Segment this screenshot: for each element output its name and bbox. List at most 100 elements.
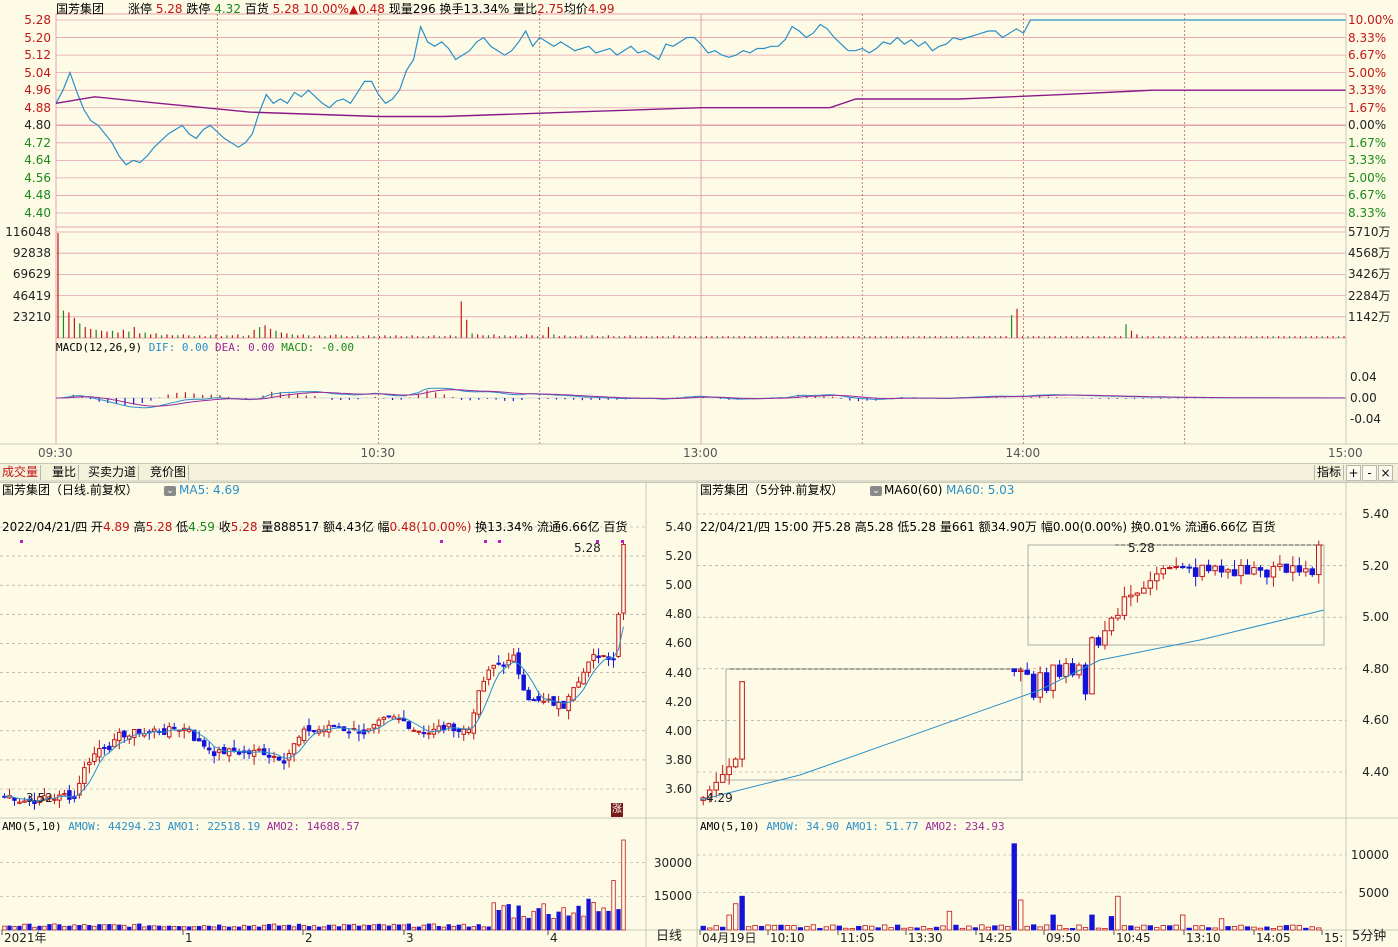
daily-amo-bar (371, 924, 377, 931)
m5-candle-body (1134, 592, 1141, 596)
m5-x-tick-label: 11:05 (840, 931, 875, 945)
daily-amo-bar (117, 924, 122, 931)
m5-amo-bar (1225, 926, 1231, 931)
daily-amo-bar (616, 909, 621, 931)
m5-day1-range-box (725, 668, 1023, 781)
daily-price-tick: 4.00 (665, 723, 692, 738)
m5-candle-body (1257, 567, 1264, 571)
daily-amo-bar (441, 926, 446, 931)
daily-amo-bar (321, 926, 327, 931)
daily-x-tick-label: 2 (305, 931, 313, 945)
daily-candle-body (87, 761, 92, 766)
daily-amo-bar (356, 925, 362, 931)
daily-indicator-toggle-icon[interactable]: ⌄ (164, 486, 176, 496)
m5-amo-bar (804, 926, 810, 931)
m5-price-tick: 4.40 (1362, 765, 1389, 779)
daily-candle-body (311, 729, 317, 732)
m5-candle-body (713, 781, 719, 791)
daily-candle-body (491, 664, 496, 669)
m5-amo-bar (1063, 927, 1069, 931)
daily-amo-bar (147, 925, 152, 931)
daily-amo-bar (476, 924, 481, 931)
daily-amo-bar (62, 926, 67, 931)
m5-amo-bar (1238, 924, 1244, 931)
daily-candle-body (291, 743, 297, 755)
daily-amo-bar (137, 923, 142, 931)
daily-price-tick: 5.00 (665, 578, 692, 593)
m5-amo-bar (1303, 927, 1309, 931)
m5-candle-body (1218, 565, 1225, 573)
m5-amo-bar (998, 924, 1004, 931)
daily-amo-bar (456, 924, 461, 931)
daily-candle-body (171, 726, 177, 729)
m5-amo-bar (1264, 926, 1270, 931)
m5-candle-body (1160, 568, 1167, 575)
daily-amo-bar (421, 924, 426, 931)
m5-amo-bar (992, 925, 998, 931)
m5-amo-bar (1296, 925, 1302, 931)
daily-candle-body (526, 689, 531, 701)
m5-amo-bar (914, 927, 920, 931)
m5-amo-bar (881, 924, 888, 931)
m5-price-tick: 5.20 (1362, 558, 1389, 573)
daily-amo-bar (142, 926, 147, 931)
daily-amo-bar (366, 924, 372, 931)
m5-candle-body (1290, 565, 1296, 573)
m5-amo-bar (797, 927, 804, 931)
m5-ma60-value: MA60: 5.03 (946, 483, 1015, 497)
daily-amo-bar (491, 902, 496, 931)
daily-amo-bar (291, 926, 297, 931)
daily-kline-chart[interactable] (0, 0, 1398, 947)
daily-ma5-line (4, 626, 624, 802)
daily-amo-bar (132, 924, 137, 931)
m5-price-tick: 5.00 (1362, 610, 1389, 625)
daily-candle-body (251, 749, 257, 757)
daily-marker-dot (440, 540, 443, 543)
m5-amo-bar (907, 927, 914, 931)
daily-candle-body (406, 721, 412, 729)
m5-candle-body (1205, 564, 1212, 572)
m5-candle-body (1283, 563, 1290, 573)
daily-candle-body (52, 798, 57, 801)
daily-amo-bar (251, 925, 257, 931)
daily-candle-body (591, 654, 596, 661)
daily-candle-body (211, 751, 217, 757)
m5-candle-body (1108, 617, 1115, 632)
m5-amo-bar (1076, 924, 1082, 931)
m5-amo-bar (1218, 918, 1225, 931)
m5-candle-body (1037, 672, 1043, 698)
m5-amo-bar (720, 926, 726, 931)
m5-indicator-toggle-icon[interactable]: ⌄ (870, 486, 882, 496)
m5-candle-body (1128, 594, 1134, 598)
m5-amo-bar (1082, 927, 1089, 931)
m5-amo-bar (1231, 926, 1238, 931)
daily-amo-bar (192, 926, 197, 931)
m5-candle-body (1199, 564, 1205, 577)
daily-price-tick: 5.40 (665, 520, 692, 534)
daily-price-tick: 3.80 (665, 752, 692, 767)
daily-limit-up-mark: 涨 (611, 803, 623, 817)
m5-amo-bar (875, 927, 881, 931)
m5-amo-bar (1309, 926, 1315, 931)
daily-amo-bar (47, 924, 52, 931)
daily-amo-bar (236, 926, 242, 931)
daily-amo-bar (426, 923, 431, 931)
m5-amo-bar (1167, 925, 1173, 931)
daily-candle-body (541, 700, 546, 703)
m5-amo-bar (1108, 916, 1115, 931)
m5-candle-body (1141, 587, 1147, 594)
m5-amo-bar (1180, 914, 1186, 931)
m5-x-tick-label: 09:50 (1046, 931, 1081, 945)
m5-amo-bar (1147, 925, 1153, 931)
daily-amo-bar (326, 924, 332, 931)
m5-period-label: 5分钟 (1352, 929, 1387, 944)
m5-amo-bar (752, 925, 758, 931)
daily-candle-body (466, 729, 471, 734)
m5-candle-body (732, 758, 739, 768)
m5-amo-bar (713, 925, 719, 931)
daily-amo-bar (82, 924, 87, 931)
daily-candle-body (256, 748, 262, 751)
daily-price-tick: 4.40 (665, 665, 692, 680)
m5-amo-bar (778, 924, 784, 931)
daily-amo-bar (182, 926, 187, 931)
